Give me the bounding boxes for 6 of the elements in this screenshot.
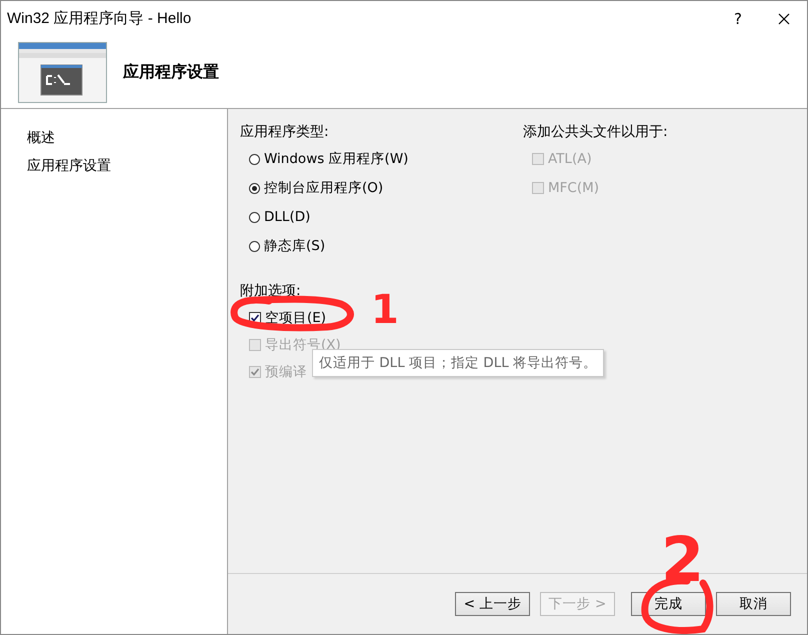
- page-title: 应用程序设置: [123, 62, 219, 82]
- group-label: 应用程序类型:: [240, 123, 330, 141]
- group-label: 添加公共头文件以用于:: [523, 123, 668, 141]
- window-title: Win32 应用程序向导 - Hello: [7, 9, 192, 28]
- annotation-number: 1: [371, 287, 399, 333]
- tooltip: 仅适用于 DLL 项目；指定 DLL 将导出符号。: [312, 349, 604, 377]
